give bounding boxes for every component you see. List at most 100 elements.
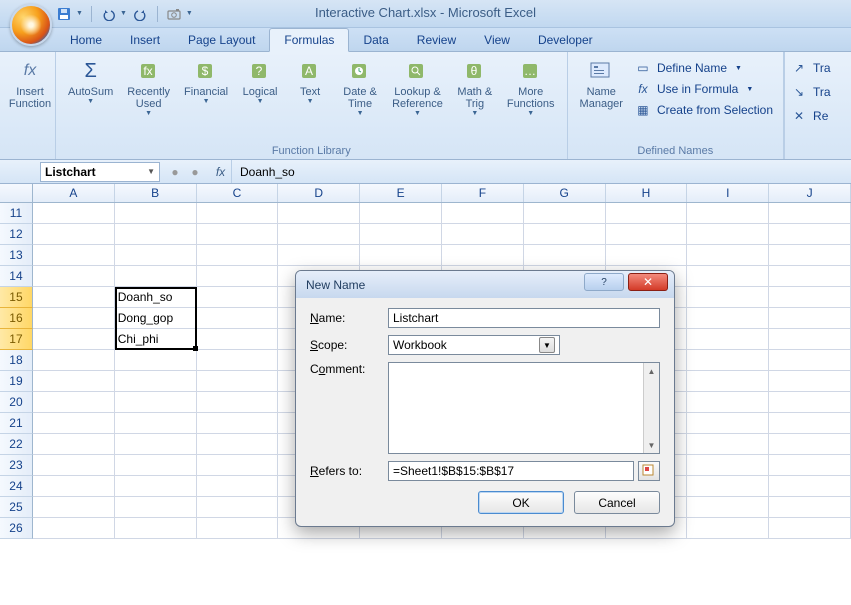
cell[interactable] (33, 413, 115, 434)
cell[interactable] (769, 371, 851, 392)
dialog-title-bar[interactable]: New Name ? ✕ (296, 271, 674, 298)
cell[interactable] (197, 203, 279, 224)
cell[interactable] (278, 203, 360, 224)
cell[interactable] (442, 224, 524, 245)
camera-icon[interactable] (166, 6, 182, 22)
tab-view[interactable]: View (470, 29, 524, 51)
cell[interactable]: Dong_gop (115, 308, 197, 329)
insert-function-button[interactable]: fx Insert Function (6, 56, 54, 113)
cell[interactable] (197, 329, 279, 350)
cell[interactable] (360, 203, 442, 224)
cell[interactable] (360, 224, 442, 245)
cell[interactable] (33, 497, 115, 518)
cell[interactable] (606, 203, 688, 224)
close-button[interactable]: ✕ (628, 273, 668, 291)
cell[interactable] (442, 203, 524, 224)
select-all-corner[interactable] (0, 184, 33, 202)
cell[interactable] (33, 287, 115, 308)
cell[interactable] (33, 371, 115, 392)
row-header[interactable]: 21 (0, 413, 33, 434)
more-functions-button[interactable]: …More Functions▼ (501, 56, 561, 120)
cell[interactable] (606, 224, 688, 245)
col-header[interactable]: H (606, 184, 688, 202)
formula-input[interactable]: Doanh_so (232, 165, 851, 179)
tab-page-layout[interactable]: Page Layout (174, 29, 269, 51)
row-header[interactable]: 14 (0, 266, 33, 287)
row-header[interactable]: 18 (0, 350, 33, 371)
cell[interactable] (197, 455, 279, 476)
name-box[interactable]: Listchart▼ (40, 162, 160, 182)
help-button[interactable]: ? (584, 273, 624, 291)
name-input[interactable] (388, 308, 660, 328)
cell[interactable] (33, 350, 115, 371)
cell[interactable] (769, 224, 851, 245)
row-header[interactable]: 13 (0, 245, 33, 266)
col-header[interactable]: G (524, 184, 606, 202)
row-header[interactable]: 11 (0, 203, 33, 224)
tab-insert[interactable]: Insert (116, 29, 174, 51)
trace-dependents-button[interactable]: ↘Tra (789, 80, 840, 104)
col-header[interactable]: F (442, 184, 524, 202)
cell[interactable] (687, 476, 769, 497)
cell[interactable] (115, 392, 197, 413)
cell[interactable] (115, 413, 197, 434)
col-header[interactable]: J (769, 184, 851, 202)
cell[interactable] (33, 266, 115, 287)
cell[interactable] (197, 434, 279, 455)
cell[interactable] (442, 245, 524, 266)
cell[interactable] (197, 476, 279, 497)
text-button[interactable]: AText▼ (286, 56, 334, 108)
cell[interactable] (33, 245, 115, 266)
logical-button[interactable]: ?Logical▼ (236, 56, 284, 108)
cancel-button[interactable]: Cancel (574, 491, 660, 514)
cell[interactable] (524, 224, 606, 245)
comment-textarea[interactable]: ▲▼ (388, 362, 660, 454)
dropdown-icon[interactable]: ▼ (147, 167, 155, 176)
remove-arrows-button[interactable]: ✕Re (789, 104, 840, 128)
row-header[interactable]: 15 (0, 287, 33, 308)
cell[interactable] (115, 455, 197, 476)
tab-developer[interactable]: Developer (524, 29, 607, 51)
row-header[interactable]: 23 (0, 455, 33, 476)
cell[interactable] (197, 413, 279, 434)
cell[interactable] (33, 308, 115, 329)
cell[interactable] (769, 434, 851, 455)
trace-precedents-button[interactable]: ↗Tra (789, 56, 840, 80)
cell[interactable] (769, 518, 851, 539)
cell[interactable] (115, 434, 197, 455)
cell[interactable] (687, 350, 769, 371)
scroll-down-icon[interactable]: ▼ (644, 437, 659, 453)
cell[interactable] (115, 266, 197, 287)
cell[interactable] (197, 392, 279, 413)
cell[interactable] (687, 329, 769, 350)
cell[interactable] (33, 203, 115, 224)
scrollbar[interactable]: ▲▼ (643, 363, 659, 453)
cell[interactable] (687, 392, 769, 413)
col-header[interactable]: B (115, 184, 197, 202)
cell[interactable] (197, 287, 279, 308)
tab-data[interactable]: Data (349, 29, 402, 51)
name-manager-button[interactable]: Name Manager (574, 56, 629, 113)
tab-formulas[interactable]: Formulas (269, 28, 349, 52)
dropdown-icon[interactable]: ▼ (76, 10, 83, 17)
fx-icon[interactable]: fx (210, 160, 232, 183)
office-button[interactable] (10, 4, 52, 46)
redo-icon[interactable] (133, 6, 149, 22)
cell[interactable] (687, 455, 769, 476)
cell[interactable] (769, 350, 851, 371)
cell[interactable] (115, 245, 197, 266)
cell[interactable] (769, 392, 851, 413)
cell[interactable] (687, 203, 769, 224)
tab-review[interactable]: Review (403, 29, 470, 51)
cell[interactable] (769, 308, 851, 329)
dropdown-icon[interactable]: ▼ (120, 10, 127, 17)
cell[interactable] (115, 476, 197, 497)
cell[interactable] (33, 455, 115, 476)
undo-icon[interactable] (100, 6, 116, 22)
col-header[interactable]: I (687, 184, 769, 202)
cell[interactable] (687, 266, 769, 287)
cell[interactable] (769, 455, 851, 476)
col-header[interactable]: A (33, 184, 115, 202)
create-from-selection-button[interactable]: ▦Create from Selection (631, 100, 777, 120)
row-header[interactable]: 25 (0, 497, 33, 518)
